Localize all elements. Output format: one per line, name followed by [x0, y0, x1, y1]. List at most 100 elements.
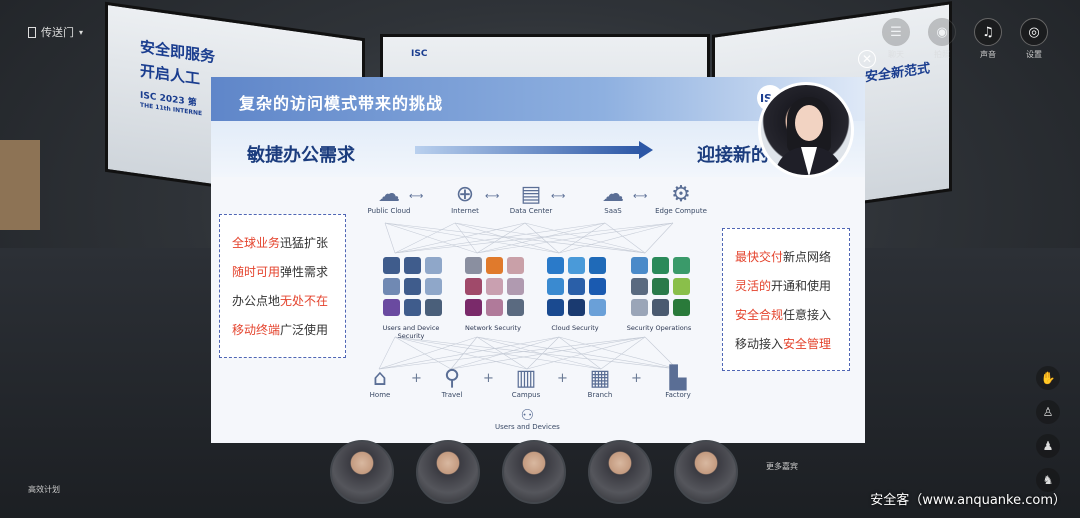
security-tool-icon [652, 278, 669, 295]
node-label: Public Cloud [367, 207, 411, 215]
datacenter-icon: ▤ [520, 182, 542, 207]
settings-button[interactable]: ◎ 设置 [1018, 18, 1050, 60]
security-tool-icon [631, 299, 648, 316]
toolbar-label: 声音 [980, 50, 996, 59]
node-saas: ☁ SaaS [587, 182, 639, 216]
security-tool-icon [486, 257, 503, 274]
users-devices-label: Users and Devices [495, 423, 560, 431]
band-left-heading: 敏捷办公需求 [247, 145, 355, 166]
box-line: 全球业务迅猛扩张 [232, 229, 345, 258]
guest-avatar[interactable] [502, 440, 566, 504]
security-tool-icon [589, 299, 606, 316]
stand-figure-icon[interactable]: ♙ [1036, 400, 1060, 424]
campus-building-icon: ▥ [515, 366, 537, 391]
plus-icon: + [557, 371, 568, 386]
group-label: Network Security [465, 324, 521, 332]
security-tool-icon [507, 299, 524, 316]
security-tool-icon [507, 257, 524, 274]
security-tool-icon [673, 257, 690, 274]
box-line: 安全合规任意接入 [735, 301, 849, 330]
security-tool-icon [547, 299, 564, 316]
node-label: SaaS [604, 207, 622, 215]
guest-avatar[interactable] [416, 440, 480, 504]
wall-headline-2: 开启人工 [140, 61, 201, 89]
edge-compute-icon: ⚙ [671, 182, 691, 207]
box-line: 最快交付新点网络 [735, 243, 849, 272]
security-tool-icon [465, 257, 482, 274]
location-label: Branch [587, 391, 613, 399]
globe-icon: ⊕ [455, 182, 475, 207]
highlight-text: 灵活的 [735, 279, 772, 293]
security-tool-icon [547, 257, 564, 274]
site-watermark: 安全客（www.anquanke.com） [870, 493, 1066, 508]
line-text: 办公点地 [232, 294, 281, 308]
highlight-text: 安全合规 [735, 308, 784, 322]
security-tool-icon [383, 257, 400, 274]
security-tool-icon [652, 299, 669, 316]
wall-logo: ISC [411, 49, 428, 59]
location-home: ⌂ Home [359, 366, 401, 400]
chat-button[interactable]: ☰ 聊天 [880, 18, 912, 60]
highlight-text: 移动终端 [232, 323, 281, 337]
music-icon: ♫ [974, 18, 1002, 46]
plus-icon: + [483, 371, 494, 386]
presenter-webcam [758, 82, 854, 178]
highlight-text: 全球业务 [232, 236, 281, 250]
security-tool-icon [486, 299, 503, 316]
guest-avatar[interactable] [330, 440, 394, 504]
bottom-left-label: 高效计划 [28, 485, 60, 494]
security-tool-icon [673, 299, 690, 316]
security-tool-icon [425, 299, 442, 316]
group-label: Security Operations [626, 324, 692, 332]
box-line: 办公点地无处不在 [232, 287, 345, 316]
security-tool-icon [425, 278, 442, 295]
bidirectional-arrow-icon: ⟷ [633, 191, 648, 202]
band-right-heading: 迎接新的 [697, 145, 769, 166]
bidirectional-arrow-icon: ⟷ [551, 191, 566, 202]
node-data-center: ▤ Data Center [505, 182, 557, 216]
security-tool-icon [425, 257, 442, 274]
line-text: 迅猛扩张 [280, 236, 329, 250]
security-tile-grid [631, 257, 690, 316]
node-label: Internet [451, 207, 479, 215]
guest-avatars [330, 440, 738, 504]
camera-button[interactable]: ◉ 拍照 [926, 18, 958, 60]
security-tool-icon [404, 278, 421, 295]
line-text: 开通和使用 [771, 279, 832, 293]
wave-hand-icon[interactable]: ✋ [1036, 366, 1060, 390]
factory-icon: ▙ [669, 366, 687, 391]
group-label: Cloud Security [551, 324, 599, 332]
location-label: Home [369, 391, 391, 399]
location-branch: ▦ Branch [579, 367, 621, 400]
security-tool-icon [589, 278, 606, 295]
highlight-text: 无处不在 [280, 294, 329, 308]
box-line: 移动终端广泛使用 [232, 316, 345, 345]
close-icon[interactable]: ✕ [858, 50, 876, 68]
node-label: Data Center [509, 207, 553, 215]
security-tool-icon [507, 278, 524, 295]
location-travel: ⚲ Travel [431, 367, 473, 400]
line-text: 任意接入 [783, 308, 832, 322]
music-button[interactable]: ♫ 声音 [972, 18, 1004, 60]
box-line: 灵活的开通和使用 [735, 272, 849, 301]
plus-icon: + [631, 371, 642, 386]
network-diagram: ☁ Public Cloud ⟷ ⊕ Internet ⟷ ▤ Data Center ⟷ ☁ Sa… [355, 181, 715, 441]
home-wifi-icon: ⌂ [373, 366, 387, 391]
security-tool-icon [568, 299, 585, 316]
node-edge-compute: ⚙ Edge Compute [655, 182, 707, 216]
security-tool-icon [404, 257, 421, 274]
guest-avatar[interactable] [674, 440, 738, 504]
dance-figure-icon[interactable]: ♟ [1036, 434, 1060, 458]
portal-menu[interactable]: 传送门 ▾ [28, 24, 83, 40]
guest-avatar[interactable] [588, 440, 652, 504]
location-label: Campus [511, 391, 541, 399]
location-label: Travel [441, 391, 463, 399]
bidirectional-arrow-icon: ⟷ [485, 191, 500, 202]
security-tool-icon [486, 278, 503, 295]
more-guests-link[interactable]: 更多嘉宾 [766, 461, 798, 472]
box-line: 随时可用弹性需求 [232, 258, 345, 287]
saas-cloud-icon: ☁ [602, 182, 624, 207]
location-campus: ▥ Campus [505, 366, 547, 400]
settings-icon: ◎ [1020, 18, 1048, 46]
security-tile-grid [547, 257, 606, 316]
